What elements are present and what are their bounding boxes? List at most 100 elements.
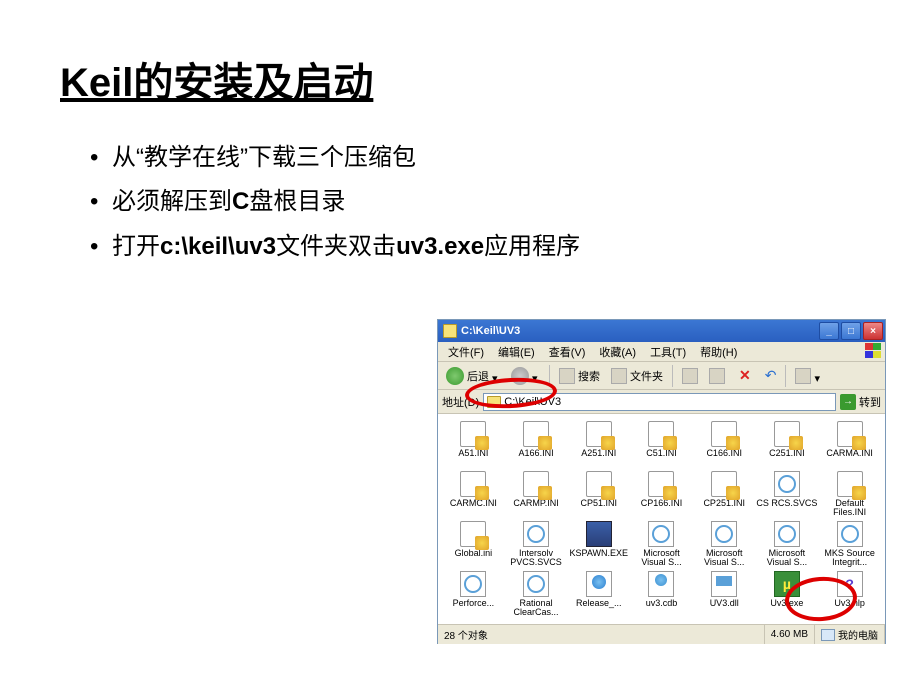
windows-logo-icon bbox=[865, 343, 883, 359]
file-item[interactable]: Microsoft Visual S... bbox=[630, 520, 693, 570]
file-item[interactable]: Microsoft Visual S... bbox=[693, 520, 756, 570]
file-label: Uv3.exe bbox=[770, 599, 803, 608]
file-icon bbox=[648, 421, 674, 447]
file-label: Intersolv PVCS.SVCS bbox=[505, 549, 568, 568]
bullet-item: 打开c:\keil\uv3文件夹双击uv3.exe应用程序 bbox=[90, 225, 860, 269]
menu-file[interactable]: 文件(F) bbox=[442, 343, 490, 361]
folder-icon bbox=[443, 324, 457, 338]
file-label: CP251.INI bbox=[703, 499, 745, 508]
status-size: 4.60 MB bbox=[765, 625, 815, 644]
file-item[interactable]: MKS Source Integrit... bbox=[818, 520, 881, 570]
file-label: Microsoft Visual S... bbox=[630, 549, 693, 568]
file-label: CARMP.INI bbox=[513, 499, 558, 508]
file-item[interactable]: Rational ClearCas... bbox=[505, 570, 568, 620]
file-label: C51.INI bbox=[646, 449, 677, 458]
file-label: A166.INI bbox=[519, 449, 554, 458]
folders-icon bbox=[611, 368, 627, 384]
file-icon bbox=[586, 421, 612, 447]
file-label: uv3.cdb bbox=[646, 599, 678, 608]
file-item[interactable]: Uv3.hlp bbox=[818, 570, 881, 620]
window-title: C:\Keil\UV3 bbox=[461, 325, 819, 337]
undo-button[interactable]: ↶ bbox=[761, 365, 781, 386]
file-label: KSPAWN.EXE bbox=[570, 549, 629, 558]
file-icon bbox=[774, 471, 800, 497]
minimize-button[interactable]: _ bbox=[819, 322, 839, 340]
file-item[interactable]: CS RCS.SVCS bbox=[756, 470, 819, 520]
file-icon bbox=[837, 471, 863, 497]
file-label: CARMC.INI bbox=[450, 499, 497, 508]
file-item[interactable]: A166.INI bbox=[505, 420, 568, 470]
file-item[interactable]: KSPAWN.EXE bbox=[567, 520, 630, 570]
file-icon bbox=[523, 471, 549, 497]
file-item[interactable]: C51.INI bbox=[630, 420, 693, 470]
menu-edit[interactable]: 编辑(E) bbox=[492, 343, 541, 361]
forward-button[interactable]: ▾ bbox=[507, 365, 544, 387]
search-button[interactable]: 搜索 bbox=[555, 366, 604, 386]
file-item[interactable]: Intersolv PVCS.SVCS bbox=[505, 520, 568, 570]
file-item[interactable]: uv3.cdb bbox=[630, 570, 693, 620]
menu-view[interactable]: 查看(V) bbox=[543, 343, 592, 361]
file-icon bbox=[460, 521, 486, 547]
file-icon bbox=[460, 471, 486, 497]
menubar: 文件(F) 编辑(E) 查看(V) 收藏(A) 工具(T) 帮助(H) bbox=[438, 342, 885, 362]
file-label: CP166.INI bbox=[641, 499, 683, 508]
go-button[interactable]: →转到 bbox=[840, 394, 881, 410]
toolbar: 后退▾ ▾ 搜索 文件夹 ✕ ↶ ▾ bbox=[438, 362, 885, 390]
file-item[interactable]: A251.INI bbox=[567, 420, 630, 470]
file-icon bbox=[774, 521, 800, 547]
file-item[interactable]: CARMP.INI bbox=[505, 470, 568, 520]
folders-button[interactable]: 文件夹 bbox=[607, 366, 667, 386]
search-icon bbox=[559, 368, 575, 384]
file-label: CS RCS.SVCS bbox=[756, 499, 817, 508]
file-label: A251.INI bbox=[581, 449, 616, 458]
file-item[interactable]: Perforce... bbox=[442, 570, 505, 620]
file-label: CARMA.INI bbox=[826, 449, 873, 458]
menu-tools[interactable]: 工具(T) bbox=[644, 343, 692, 361]
status-location: 我的电脑 bbox=[815, 625, 885, 644]
menu-favorites[interactable]: 收藏(A) bbox=[593, 343, 642, 361]
file-icon bbox=[711, 571, 737, 597]
bullet-list: 从“教学在线”下载三个压缩包 必须解压到C盘根目录 打开c:\keil\uv3文… bbox=[60, 136, 860, 269]
file-item[interactable]: C166.INI bbox=[693, 420, 756, 470]
explorer-window: C:\Keil\UV3 _ □ × 文件(F) 编辑(E) 查看(V) 收藏(A… bbox=[437, 319, 886, 644]
file-item[interactable]: Release_... bbox=[567, 570, 630, 620]
file-label: Global.ini bbox=[455, 549, 493, 558]
delete-icon: ✕ bbox=[736, 367, 754, 384]
tool-button[interactable] bbox=[678, 366, 702, 386]
address-input[interactable]: C:\Keil\UV3 bbox=[483, 393, 836, 411]
file-icon bbox=[523, 571, 549, 597]
close-button[interactable]: × bbox=[863, 322, 883, 340]
file-icon bbox=[837, 571, 863, 597]
views-button[interactable]: ▾ bbox=[791, 366, 826, 386]
file-item[interactable]: CP51.INI bbox=[567, 470, 630, 520]
file-label: Perforce... bbox=[453, 599, 495, 608]
file-icon bbox=[648, 471, 674, 497]
tool-button[interactable] bbox=[705, 366, 729, 386]
back-button[interactable]: 后退▾ bbox=[442, 365, 504, 387]
file-label: Default Files.INI bbox=[818, 499, 881, 518]
file-item[interactable]: CP166.INI bbox=[630, 470, 693, 520]
computer-icon bbox=[821, 629, 835, 641]
menu-help[interactable]: 帮助(H) bbox=[694, 343, 743, 361]
file-icon bbox=[523, 421, 549, 447]
status-items: 28 个对象 bbox=[438, 625, 765, 644]
file-icon bbox=[460, 571, 486, 597]
file-item[interactable]: CARMC.INI bbox=[442, 470, 505, 520]
maximize-button[interactable]: □ bbox=[841, 322, 861, 340]
file-item[interactable]: UV3.dll bbox=[693, 570, 756, 620]
file-item[interactable]: Global.ini bbox=[442, 520, 505, 570]
file-pane[interactable]: A51.INI A166.INI A251.INI C51.INI C166.INIC2… bbox=[438, 414, 885, 624]
file-item[interactable]: A51.INI bbox=[442, 420, 505, 470]
file-item[interactable]: Uv3.exe bbox=[756, 570, 819, 620]
file-label: CP51.INI bbox=[581, 499, 618, 508]
file-label: Release_... bbox=[576, 599, 622, 608]
file-item[interactable]: CARMA.INI bbox=[818, 420, 881, 470]
delete-button[interactable]: ✕ bbox=[732, 365, 758, 386]
titlebar[interactable]: C:\Keil\UV3 _ □ × bbox=[438, 320, 885, 342]
file-label: Microsoft Visual S... bbox=[756, 549, 819, 568]
file-item[interactable]: CP251.INI bbox=[693, 470, 756, 520]
file-item[interactable]: C251.INI bbox=[756, 420, 819, 470]
address-value: C:\Keil\UV3 bbox=[504, 396, 561, 408]
file-item[interactable]: Default Files.INI bbox=[818, 470, 881, 520]
file-item[interactable]: Microsoft Visual S... bbox=[756, 520, 819, 570]
